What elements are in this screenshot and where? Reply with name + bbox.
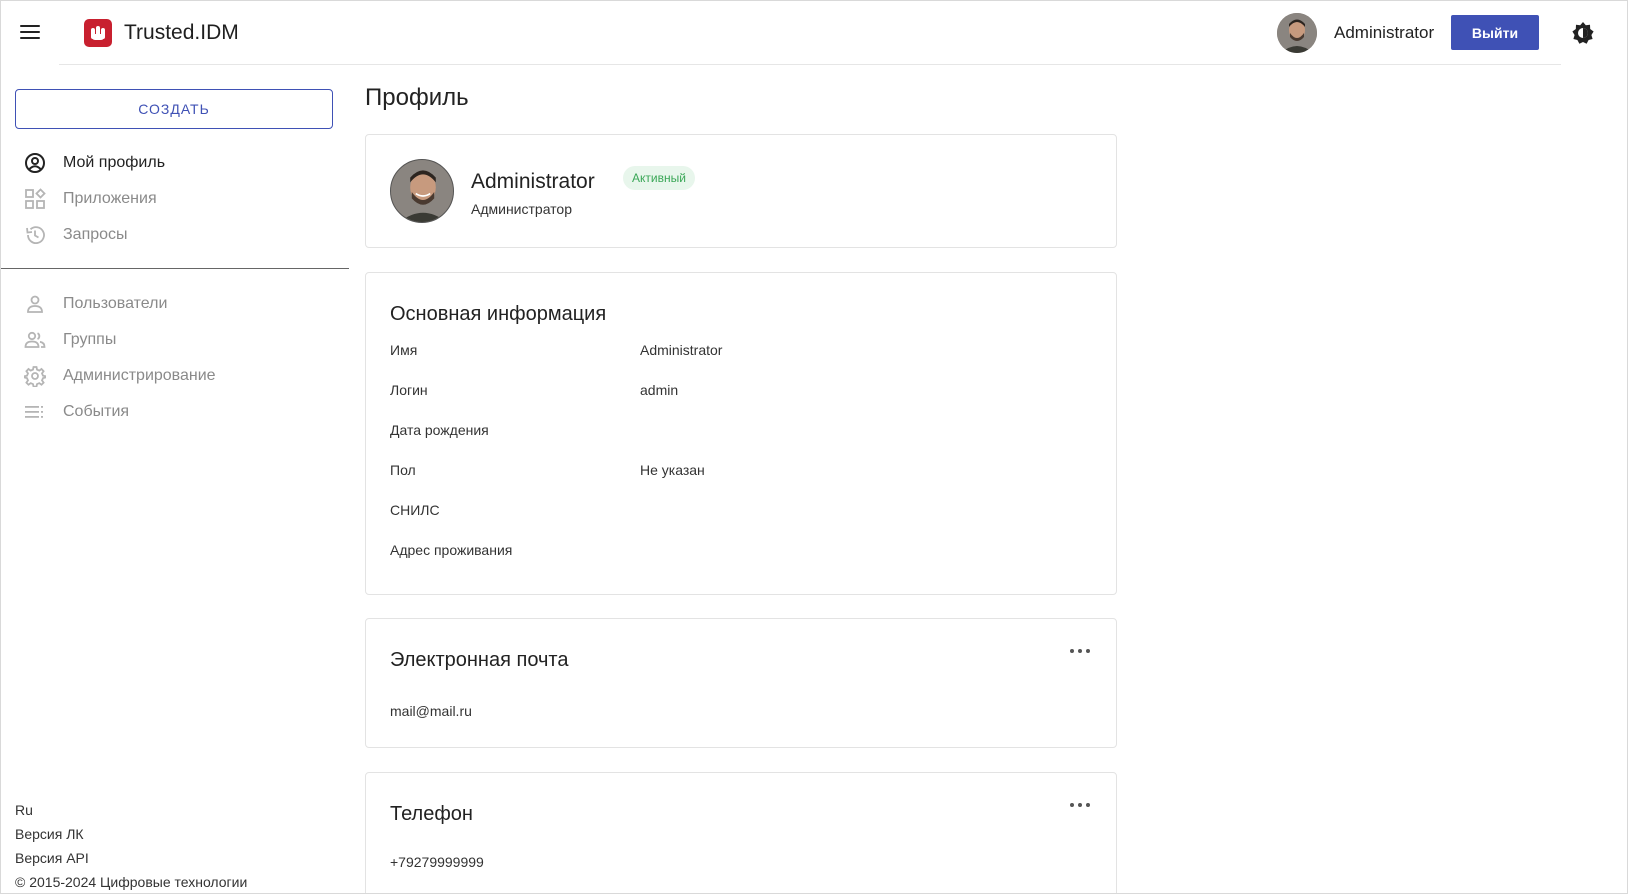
api-version: Версия API	[15, 850, 89, 866]
sidebar-divider	[1, 268, 349, 269]
person-icon	[24, 293, 46, 315]
sidebar-item-label: Группы	[63, 331, 117, 348]
info-row-snils: СНИЛС	[390, 502, 1090, 522]
header-avatar[interactable]	[1277, 13, 1317, 53]
sidebar-item-my-profile[interactable]: Мой профиль	[1, 145, 349, 181]
phone-title: Телефон	[390, 803, 473, 825]
app-window: Trusted.IDM Administrator Выйти СОЗДАТЬ	[0, 0, 1628, 894]
phone-card: Телефон +79279999999	[365, 772, 1117, 893]
sidebar-item-label: Администрирование	[63, 367, 216, 384]
basic-info-card: Основная информация Имя Administrator Ло…	[365, 272, 1117, 595]
info-row-birthdate: Дата рождения	[390, 422, 1090, 442]
header-user-name[interactable]: Administrator	[1334, 21, 1434, 45]
sidebar-footer: Ru Версия ЛК Версия API © 2015-2024 Цифр…	[15, 798, 248, 893]
sidebar-item-groups[interactable]: Группы	[1, 322, 349, 358]
info-value: Administrator	[640, 342, 723, 358]
email-more-icon[interactable]	[1070, 647, 1090, 655]
lk-version: Версия ЛК	[15, 826, 84, 842]
sidebar-item-label: События	[63, 403, 130, 420]
phone-more-icon[interactable]	[1070, 801, 1090, 809]
sidebar-item-apps[interactable]: Приложения	[1, 181, 349, 217]
sidebar: СОЗДАТЬ Мой профиль Приложения Запросы П…	[1, 65, 349, 893]
language-switch[interactable]: Ru	[15, 798, 247, 822]
profile-role: Администратор	[471, 201, 573, 217]
profile-name: Administrator	[471, 170, 595, 193]
email-value: mail@mail.ru	[390, 703, 472, 719]
app-title: Trusted.IDM	[124, 21, 239, 44]
email-title: Электронная почта	[390, 649, 569, 671]
sidebar-item-requests[interactable]: Запросы	[1, 217, 349, 253]
copyright: © 2015-2024 Цифровые технологии	[15, 874, 248, 890]
sidebar-item-administration[interactable]: Администрирование	[1, 358, 349, 394]
sidebar-item-users[interactable]: Пользователи	[1, 286, 349, 322]
sidebar-item-events[interactable]: События	[1, 394, 349, 430]
apps-icon	[24, 188, 46, 210]
sidebar-item-label: Мой профиль	[63, 154, 166, 171]
logout-button[interactable]: Выйти	[1451, 15, 1539, 50]
phone-value: +79279999999	[390, 854, 484, 870]
profile-avatar	[390, 159, 454, 223]
app-logo	[84, 19, 112, 47]
info-label: СНИЛС	[390, 502, 440, 518]
top-bar: Trusted.IDM Administrator Выйти	[1, 1, 1627, 65]
info-label: Пол	[390, 462, 416, 478]
page-title: Профиль	[365, 84, 469, 111]
sidebar-item-label: Пользователи	[63, 295, 168, 312]
basic-info-title: Основная информация	[390, 303, 607, 325]
history-icon	[24, 224, 46, 246]
profile-card: Administrator Активный Администратор	[365, 134, 1117, 248]
info-label: Адрес проживания	[390, 542, 513, 558]
create-button[interactable]: СОЗДАТЬ	[15, 89, 333, 129]
info-row-gender: Пол Не указан	[390, 462, 1090, 482]
info-row-address: Адрес проживания	[390, 542, 1090, 562]
info-value: Не указан	[640, 462, 705, 478]
info-label: Логин	[390, 382, 428, 398]
email-card: Электронная почта mail@mail.ru	[365, 618, 1117, 748]
sidebar-item-label: Запросы	[63, 226, 128, 243]
list-icon	[24, 401, 46, 423]
menu-icon[interactable]	[19, 23, 41, 41]
theme-toggle-icon[interactable]	[1571, 21, 1595, 45]
people-icon	[24, 329, 46, 351]
info-row-name: Имя Administrator	[390, 342, 1090, 362]
sidebar-item-label: Приложения	[63, 190, 157, 207]
info-value: admin	[640, 382, 679, 398]
info-label: Дата рождения	[390, 422, 489, 438]
gear-icon	[23, 365, 47, 388]
status-badge: Активный	[623, 166, 695, 190]
account-circle-icon	[24, 152, 46, 174]
info-label: Имя	[390, 342, 418, 358]
info-row-login: Логин admin	[390, 382, 1090, 402]
